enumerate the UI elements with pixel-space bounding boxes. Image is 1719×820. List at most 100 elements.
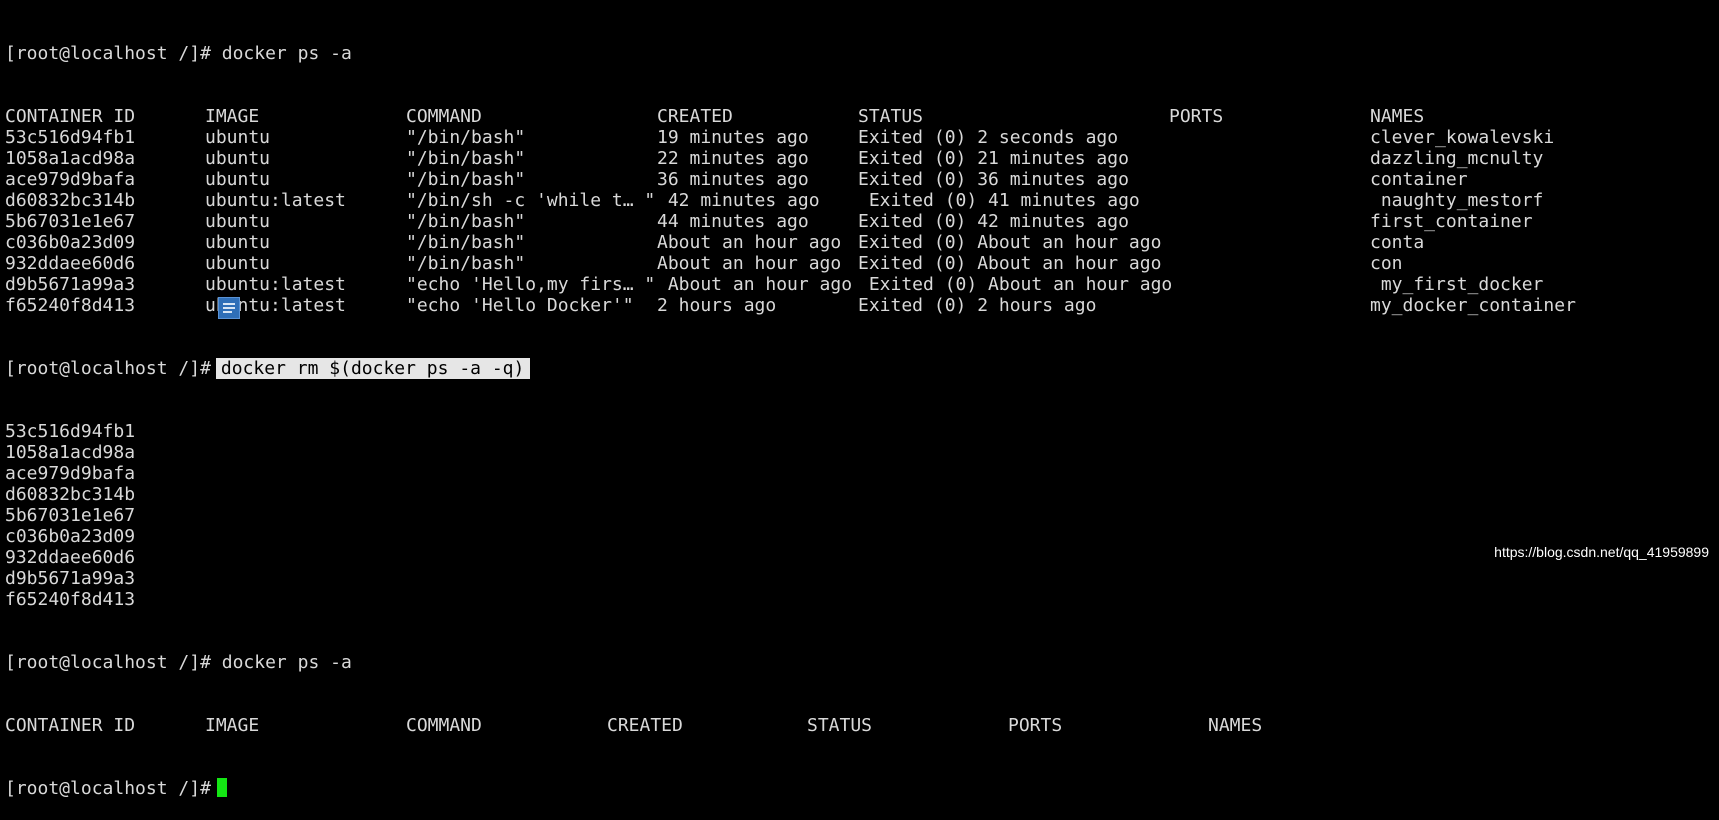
container-id-cell: CONTAINER ID	[5, 106, 136, 127]
created-cell: CREATED	[657, 106, 733, 127]
status-cell: Exited (0) About an hour ago	[858, 274, 1173, 295]
command-cell: "/bin/bash"	[406, 253, 526, 274]
prompt-line-ps-2: [root@localhost /]# docker ps -a	[5, 652, 530, 673]
status-cell: Exited (0) About an hour ago	[858, 232, 1162, 253]
table-row: c036b0a23d09 ubuntu "/bin/bash" About an ho…	[5, 232, 1424, 253]
prompt: [root@localhost /]#	[5, 358, 211, 379]
watermark: https://blog.csdn.net/qq_41959899	[1494, 544, 1709, 560]
removed-ids-list: 53c516d94fb1 1058a1acd98a ace979d9bafa d608…	[5, 421, 530, 610]
created-cell: CREATED	[607, 715, 683, 736]
names-cell: con	[1370, 253, 1403, 274]
command-text: docker ps -a	[210, 652, 352, 673]
table-header: CONTAINER ID IMAGE COMMAND CREATED STATUS POR…	[5, 715, 1262, 736]
image-cell: ubuntu:latest	[205, 190, 346, 211]
terminal-cursor	[216, 778, 227, 797]
names-cell: dazzling_mcnulty	[1370, 148, 1544, 169]
status-cell: Exited (0) 2 seconds ago	[858, 127, 1119, 148]
command-cell: "/bin/sh -c 'while t… "	[406, 190, 656, 211]
created-cell: 2 hours ago	[657, 295, 777, 316]
container-id-cell: 1058a1acd98a	[5, 148, 136, 169]
command-cell: "echo 'Hello Docker'"	[406, 295, 634, 316]
removed-id-line: d60832bc314b	[5, 484, 136, 505]
image-cell: ubuntu:latest	[205, 274, 346, 295]
table-row: ace979d9bafa ubuntu "/bin/bash" 36 minutes …	[5, 169, 1468, 190]
command-cell: COMMAND	[406, 106, 482, 127]
container-id-cell: d9b5671a99a3	[5, 274, 136, 295]
container-id-cell: ace979d9bafa	[5, 169, 136, 190]
removed-id-line: c036b0a23d09	[5, 526, 136, 547]
document-note-icon[interactable]	[218, 297, 240, 319]
container-table: CONTAINER ID IMAGE COMMAND CREATED STATUS POR…	[5, 106, 1576, 316]
prompt: [root@localhost /]#	[5, 43, 211, 64]
terminal-output[interactable]: [root@localhost /]# docker ps -a CONTAIN…	[5, 1, 1576, 820]
command-cell: "echo 'Hello,my firs… "	[406, 274, 656, 295]
status-cell: Exited (0) 21 minutes ago	[858, 148, 1129, 169]
removed-id-line: 1058a1acd98a	[5, 442, 136, 463]
command-cell: COMMAND	[406, 715, 482, 736]
table-row: 5b67031e1e67 ubuntu "/bin/bash" 44 minutes …	[5, 211, 1533, 232]
command-cell: "/bin/bash"	[406, 169, 526, 190]
table-row: 1058a1acd98a ubuntu "/bin/bash" 22 minutes …	[5, 148, 1543, 169]
image-cell: ubuntu	[205, 232, 271, 253]
ports-cell: PORTS	[1008, 715, 1063, 736]
table-row: f65240f8d413 ubuntu:latest "echo 'Hello Do…	[5, 295, 1576, 316]
table-header: CONTAINER ID IMAGE COMMAND CREATED STATUS POR…	[5, 106, 1424, 127]
container-id-cell: d60832bc314b	[5, 190, 136, 211]
image-cell: IMAGE	[205, 715, 260, 736]
removed-id-line: 53c516d94fb1	[5, 421, 136, 442]
status-cell: STATUS	[858, 106, 924, 127]
names-cell: naughty_mestorf	[1370, 190, 1544, 211]
removed-id-line: 5b67031e1e67	[5, 505, 136, 526]
names-cell: clever_kowalevski	[1370, 127, 1555, 148]
container-id-cell: f65240f8d413	[5, 295, 136, 316]
created-cell: About an hour ago	[657, 232, 842, 253]
status-cell: Exited (0) 41 minutes ago	[858, 190, 1140, 211]
names-cell: my_first_docker	[1370, 274, 1544, 295]
created-cell: 44 minutes ago	[657, 211, 809, 232]
image-cell: ubuntu	[205, 253, 271, 274]
names-cell: NAMES	[1370, 106, 1425, 127]
table-row: 53c516d94fb1 ubuntu "/bin/bash" 19 minutes …	[5, 127, 1554, 148]
names-cell: first_container	[1370, 211, 1533, 232]
image-cell: ubuntu	[205, 169, 271, 190]
status-cell: Exited (0) 42 minutes ago	[858, 211, 1129, 232]
command-cell: "/bin/bash"	[406, 127, 526, 148]
table-row: d9b5671a99a3 ubuntu:latest "echo 'Hello,my…	[5, 274, 1543, 295]
removed-id-line: 932ddaee60d6	[5, 547, 136, 568]
created-cell: 22 minutes ago	[657, 148, 809, 169]
names-cell: NAMES	[1208, 715, 1263, 736]
command-cell: "/bin/bash"	[406, 211, 526, 232]
ports-cell: PORTS	[1169, 106, 1224, 127]
prompt-line-current[interactable]: [root@localhost /]#	[5, 778, 530, 799]
created-cell: About an hour ago	[657, 274, 853, 295]
prompt-line-ps-1: [root@localhost /]# docker ps -a	[5, 43, 530, 64]
container-id-cell: c036b0a23d09	[5, 232, 136, 253]
removed-id-line: d9b5671a99a3	[5, 568, 136, 589]
removed-id-line: ace979d9bafa	[5, 463, 136, 484]
table-row: 932ddaee60d6 ubuntu "/bin/bash" About an ho…	[5, 253, 1403, 274]
created-cell: 42 minutes ago	[657, 190, 820, 211]
container-id-cell: 932ddaee60d6	[5, 253, 136, 274]
names-cell: conta	[1370, 232, 1425, 253]
command-cell: "/bin/bash"	[406, 232, 526, 253]
names-cell: my_docker_container	[1370, 295, 1576, 316]
image-cell: ubuntu	[205, 148, 271, 169]
container-id-cell: 5b67031e1e67	[5, 211, 136, 232]
container-id-cell: CONTAINER ID	[5, 715, 136, 736]
created-cell: About an hour ago	[657, 253, 842, 274]
status-cell: Exited (0) 2 hours ago	[858, 295, 1097, 316]
image-cell: ubuntu	[205, 127, 271, 148]
command-cell: "/bin/bash"	[406, 148, 526, 169]
prompt: [root@localhost /]#	[5, 652, 211, 673]
status-cell: Exited (0) About an hour ago	[858, 253, 1162, 274]
selected-command-text[interactable]: docker rm $(docker ps -a -q)	[215, 358, 531, 379]
created-cell: 36 minutes ago	[657, 169, 809, 190]
table-row: d60832bc314b ubuntu:latest "/bin/sh -c 'wh…	[5, 190, 1543, 211]
names-cell: container	[1370, 169, 1468, 190]
container-id-cell: 53c516d94fb1	[5, 127, 136, 148]
empty-container-table: CONTAINER ID IMAGE COMMAND CREATED STATUS POR…	[5, 715, 1262, 736]
prompt: [root@localhost /]#	[5, 778, 211, 799]
prompt-line-rm: [root@localhost /]# docker rm $(docker ps…	[5, 358, 531, 379]
command-text: docker ps -a	[210, 43, 352, 64]
created-cell: 19 minutes ago	[657, 127, 809, 148]
